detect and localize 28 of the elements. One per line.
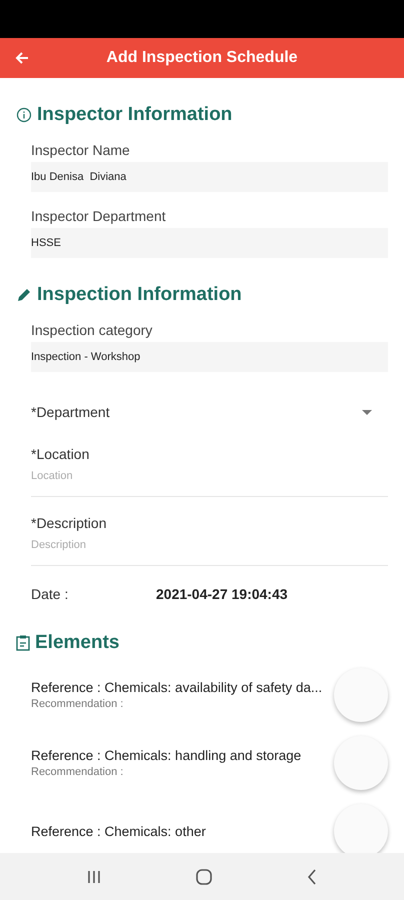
back-icon[interactable]	[306, 868, 317, 884]
pencil-icon	[16, 287, 32, 303]
element-reference: Reference : Chemicals: other	[31, 824, 206, 838]
dropdown-caret-icon	[362, 410, 372, 414]
screen-title: Add Inspection Schedule	[105, 49, 299, 67]
readonly-field: HSSE	[31, 228, 388, 258]
section-title: Inspection Information	[37, 284, 242, 306]
element-reference: Reference : Chemicals: availability of safety da...	[31, 680, 322, 695]
clipboard-icon	[16, 635, 30, 651]
element-recommendation: Recommendation :	[31, 766, 124, 778]
field-label: Inspection category	[31, 322, 154, 338]
recent-apps-icon[interactable]	[87, 870, 102, 884]
home-icon[interactable]	[196, 868, 212, 884]
field-label: *Description	[31, 515, 108, 531]
field-label: Inspector Name	[31, 142, 131, 158]
field-label: Inspector Department	[31, 208, 167, 224]
department-dropdown[interactable]: *Department	[31, 396, 388, 428]
date-label: Date :	[31, 586, 70, 602]
element-recommendation: Recommendation :	[31, 698, 124, 710]
element-reference: Reference : Chemicals: handling and storage	[31, 748, 302, 763]
info-icon	[16, 107, 32, 123]
readonly-field: Ibu Denisa Diviana	[31, 162, 388, 192]
section-title: Elements	[35, 632, 120, 654]
date-value: 2021-04-27 19:04:43	[156, 586, 288, 602]
back-arrow-icon[interactable]	[14, 50, 30, 66]
field-label: *Location	[31, 446, 90, 462]
section-title: Inspector Information	[37, 104, 232, 126]
readonly-field: Inspection - Workshop	[31, 342, 388, 372]
